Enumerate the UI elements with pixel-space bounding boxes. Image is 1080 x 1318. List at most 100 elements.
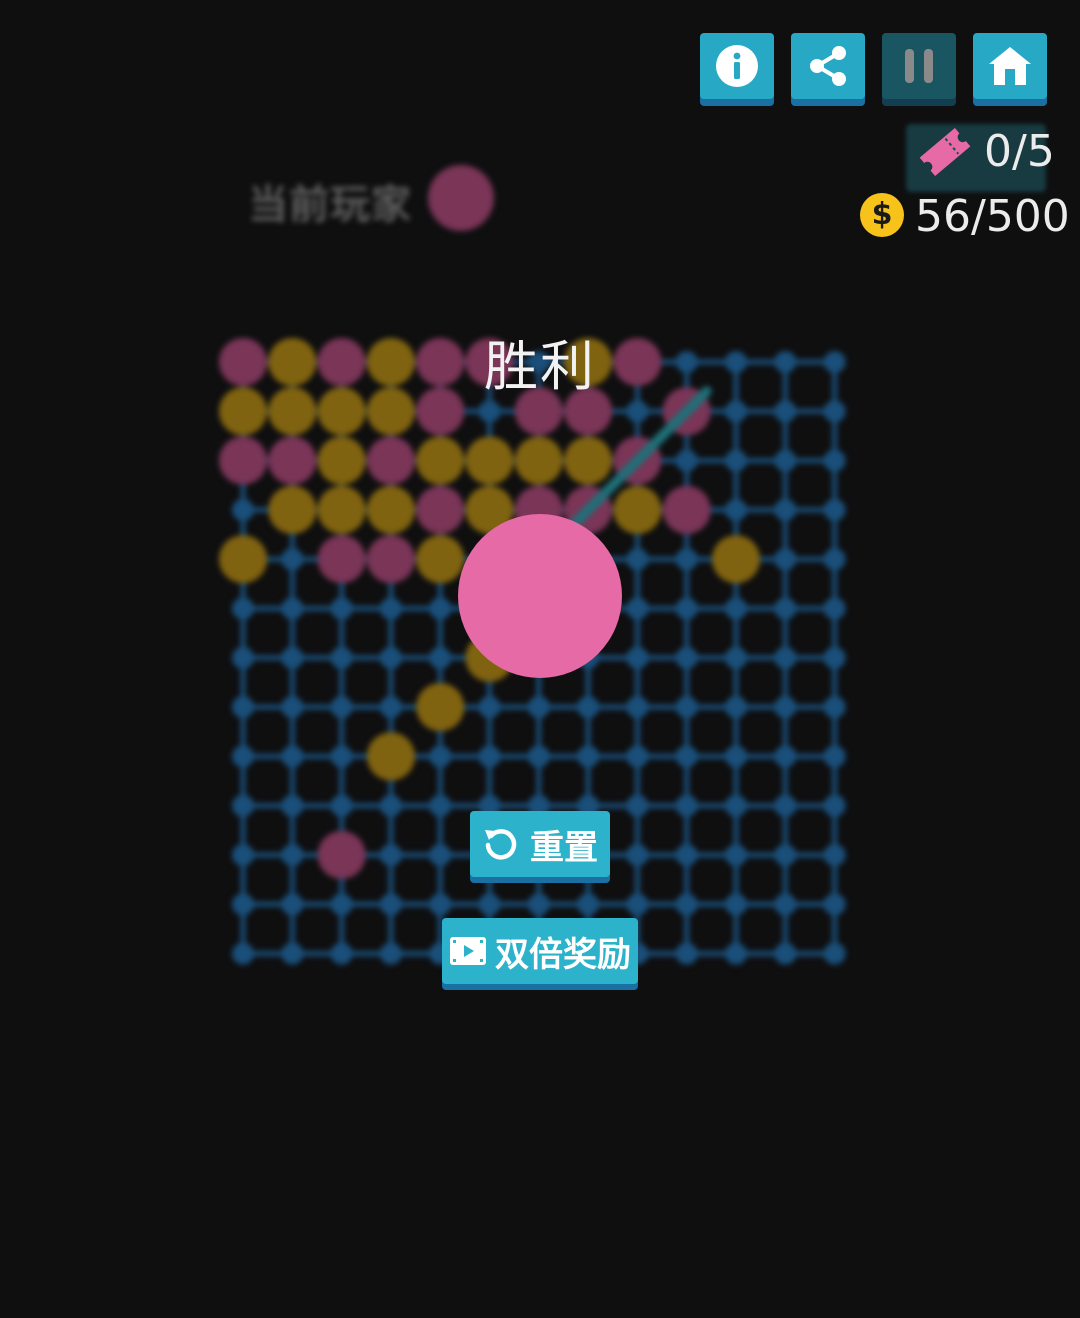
grid-point xyxy=(823,400,846,423)
grid-point xyxy=(725,400,747,423)
grid-point xyxy=(281,942,304,965)
reset-button[interactable]: 重置 xyxy=(470,811,610,877)
winner-piece xyxy=(458,514,622,678)
grid-point xyxy=(478,745,501,768)
grid-point xyxy=(774,498,797,521)
grid-point xyxy=(725,597,747,620)
grid-point xyxy=(281,597,304,620)
grid-point xyxy=(232,794,254,817)
grid-point xyxy=(626,794,649,817)
grid-point xyxy=(626,745,649,768)
grid-point xyxy=(626,893,649,916)
gold-stone xyxy=(416,535,465,584)
reset-icon xyxy=(482,826,518,862)
grid-point xyxy=(823,794,846,817)
grid-point xyxy=(774,449,797,472)
grid-point xyxy=(429,844,452,866)
grid-point xyxy=(725,449,747,472)
grid-point xyxy=(577,893,600,916)
grid-point xyxy=(675,893,698,916)
grid-point xyxy=(281,893,304,916)
grid-point xyxy=(774,400,797,423)
grid-point xyxy=(527,893,550,916)
pink-stone xyxy=(219,436,267,485)
grid-point xyxy=(774,794,797,817)
grid-point xyxy=(527,745,550,768)
grid-point xyxy=(823,548,846,571)
grid-point xyxy=(232,893,254,916)
grid-point xyxy=(232,597,254,620)
grid-point xyxy=(675,794,698,817)
video-icon xyxy=(449,935,487,967)
grid-point xyxy=(774,696,797,719)
grid-point xyxy=(330,942,353,965)
gold-stone xyxy=(317,485,366,534)
pink-stone xyxy=(662,485,711,534)
grid-point xyxy=(675,745,698,768)
grid-point xyxy=(330,794,353,817)
gold-stone xyxy=(366,732,415,781)
grid-point xyxy=(626,400,649,423)
grid-point xyxy=(527,696,550,719)
grid-point xyxy=(478,893,501,916)
grid-point xyxy=(675,696,698,719)
grid-point xyxy=(577,696,600,719)
grid-point xyxy=(429,893,452,916)
grid-point xyxy=(823,942,846,965)
pink-stone xyxy=(366,535,415,584)
grid-point xyxy=(429,794,452,817)
pink-stone xyxy=(317,831,366,879)
grid-point xyxy=(577,745,600,768)
grid-point xyxy=(774,548,797,571)
grid-point xyxy=(478,696,501,719)
grid-point xyxy=(330,597,353,620)
pink-stone xyxy=(366,436,415,485)
grid-point xyxy=(379,942,402,965)
gold-stone xyxy=(317,436,366,485)
victory-title: 胜利 xyxy=(484,335,596,398)
gold-stone xyxy=(564,436,613,485)
grid-point xyxy=(774,646,797,669)
grid-point xyxy=(379,646,402,669)
gold-stone xyxy=(416,436,465,485)
grid-point xyxy=(281,794,304,817)
double-reward-label: 双倍奖励 xyxy=(495,934,631,975)
gold-stone xyxy=(613,485,662,534)
grid-point xyxy=(725,745,747,768)
grid-point xyxy=(379,844,402,866)
gold-stone xyxy=(465,436,514,485)
grid-point xyxy=(774,745,797,768)
pink-stone xyxy=(416,485,465,534)
grid-point xyxy=(232,942,254,965)
grid-point xyxy=(232,844,254,866)
gold-stone xyxy=(712,535,760,584)
grid-point xyxy=(626,696,649,719)
grid-point xyxy=(823,844,846,866)
grid-point xyxy=(675,646,698,669)
grid-point xyxy=(823,646,846,669)
double-reward-button[interactable]: 双倍奖励 xyxy=(442,918,638,984)
grid-point xyxy=(725,646,747,669)
grid-point xyxy=(379,597,402,620)
grid-point xyxy=(725,696,747,719)
grid-point xyxy=(725,893,747,916)
grid-point xyxy=(774,942,797,965)
grid-point xyxy=(626,646,649,669)
gold-stone xyxy=(514,436,563,485)
reset-label: 重置 xyxy=(530,827,598,868)
grid-point xyxy=(823,449,846,472)
grid-point xyxy=(774,597,797,620)
grid-point xyxy=(232,696,254,719)
grid-point xyxy=(626,844,649,866)
grid-point xyxy=(675,548,698,571)
grid-point xyxy=(823,745,846,768)
grid-point xyxy=(675,844,698,866)
grid-point xyxy=(725,844,747,866)
grid-point xyxy=(429,646,452,669)
grid-point xyxy=(478,400,501,423)
grid-point xyxy=(675,449,698,472)
grid-point xyxy=(675,942,698,965)
grid-point xyxy=(429,597,452,620)
grid-point xyxy=(823,597,846,620)
grid-point xyxy=(823,696,846,719)
